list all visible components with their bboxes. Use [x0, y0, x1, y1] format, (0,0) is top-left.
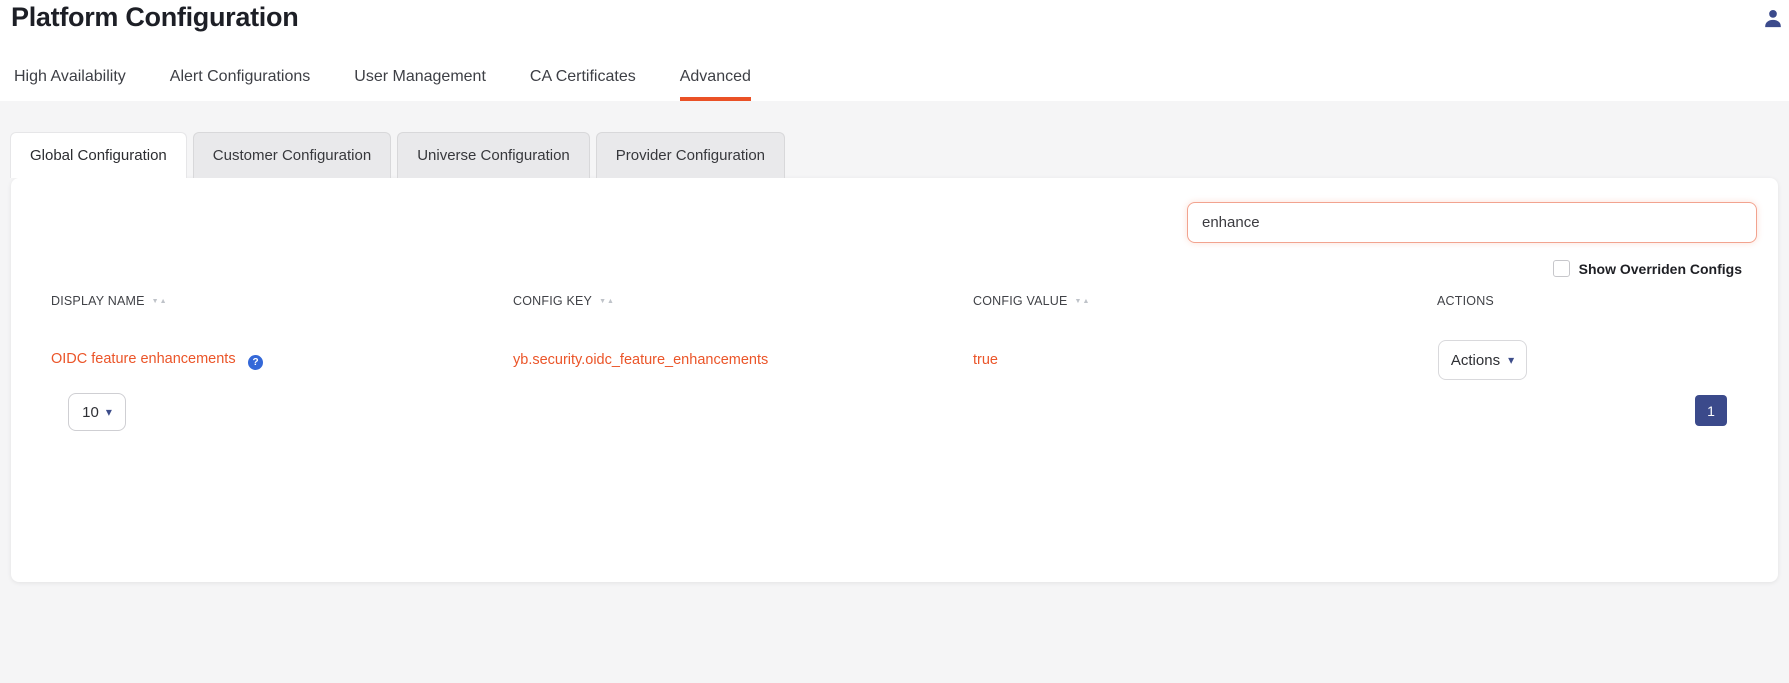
- tab-advanced[interactable]: Advanced: [680, 68, 751, 101]
- actions-dropdown-button[interactable]: Actions ▾: [1438, 340, 1527, 380]
- subtab-customer-configuration[interactable]: Customer Configuration: [193, 132, 391, 178]
- subtab-global-configuration[interactable]: Global Configuration: [10, 132, 187, 178]
- column-header-display-name[interactable]: DISPLAY NAME ▼▲: [51, 294, 513, 308]
- column-header-config-key[interactable]: CONFIG KEY ▼▲: [513, 294, 973, 308]
- tab-alert-configurations[interactable]: Alert Configurations: [170, 68, 311, 101]
- page-size-dropdown[interactable]: 10 ▾: [68, 393, 126, 431]
- actions-label: Actions: [1451, 352, 1500, 369]
- show-overridden-label: Show Overriden Configs: [1579, 261, 1742, 277]
- config-key-link[interactable]: yb.security.oidc_feature_enhancements: [513, 352, 768, 368]
- sort-icons[interactable]: ▼▲: [599, 298, 615, 305]
- config-search-input[interactable]: [1187, 202, 1757, 243]
- column-header-config-value[interactable]: CONFIG VALUE ▼▲: [973, 294, 1437, 308]
- show-overridden-configs-toggle[interactable]: Show Overriden Configs: [1553, 260, 1742, 277]
- table-row: OIDC feature enhancements ? yb.security.…: [11, 340, 1778, 374]
- caret-down-icon: ▾: [106, 406, 112, 418]
- tab-ca-certificates[interactable]: CA Certificates: [530, 68, 636, 101]
- actions-cell: Actions ▾: [1437, 340, 1778, 380]
- tab-high-availability[interactable]: High Availability: [14, 68, 126, 101]
- user-icon[interactable]: [1762, 7, 1784, 29]
- subtab-universe-configuration[interactable]: Universe Configuration: [397, 132, 590, 178]
- help-icon[interactable]: ?: [248, 355, 263, 370]
- config-value-cell: true: [973, 351, 1437, 369]
- config-key-cell: yb.security.oidc_feature_enhancements: [513, 351, 973, 369]
- config-display-name-link[interactable]: OIDC feature enhancements: [51, 351, 236, 367]
- page-title: Platform Configuration: [11, 2, 298, 33]
- column-label: CONFIG KEY: [513, 294, 592, 308]
- column-label: DISPLAY NAME: [51, 294, 145, 308]
- sort-desc-icon: ▼: [599, 298, 607, 305]
- subtab-provider-configuration[interactable]: Provider Configuration: [596, 132, 785, 178]
- tab-user-management[interactable]: User Management: [354, 68, 486, 101]
- content-area: Global Configuration Customer Configurat…: [0, 101, 1789, 683]
- global-config-panel: Show Overriden Configs DISPLAY NAME ▼▲ C…: [11, 178, 1778, 582]
- sort-asc-icon: ▲: [1082, 298, 1090, 305]
- column-label: CONFIG VALUE: [973, 294, 1068, 308]
- caret-down-icon: ▾: [1508, 354, 1514, 366]
- config-value-link[interactable]: true: [973, 352, 998, 368]
- page-header: Platform Configuration High Availability…: [0, 0, 1789, 101]
- pagination-page-1-button[interactable]: 1: [1695, 395, 1727, 426]
- show-overridden-checkbox[interactable]: [1553, 260, 1570, 277]
- page-size-value: 10: [82, 404, 99, 421]
- column-label: ACTIONS: [1437, 294, 1494, 308]
- display-name-cell: OIDC feature enhancements ?: [51, 350, 513, 370]
- column-header-actions: ACTIONS: [1437, 294, 1778, 308]
- sort-desc-icon: ▼: [152, 298, 160, 305]
- sort-asc-icon: ▲: [607, 298, 615, 305]
- config-sub-tabs: Global Configuration Customer Configurat…: [10, 132, 1789, 178]
- sort-icons[interactable]: ▼▲: [152, 298, 168, 305]
- table-header-row: DISPLAY NAME ▼▲ CONFIG KEY ▼▲ CONFIG VAL…: [11, 291, 1778, 311]
- main-nav-tabs: High Availability Alert Configurations U…: [14, 68, 751, 101]
- sort-icons[interactable]: ▼▲: [1075, 298, 1091, 305]
- sort-asc-icon: ▲: [160, 298, 168, 305]
